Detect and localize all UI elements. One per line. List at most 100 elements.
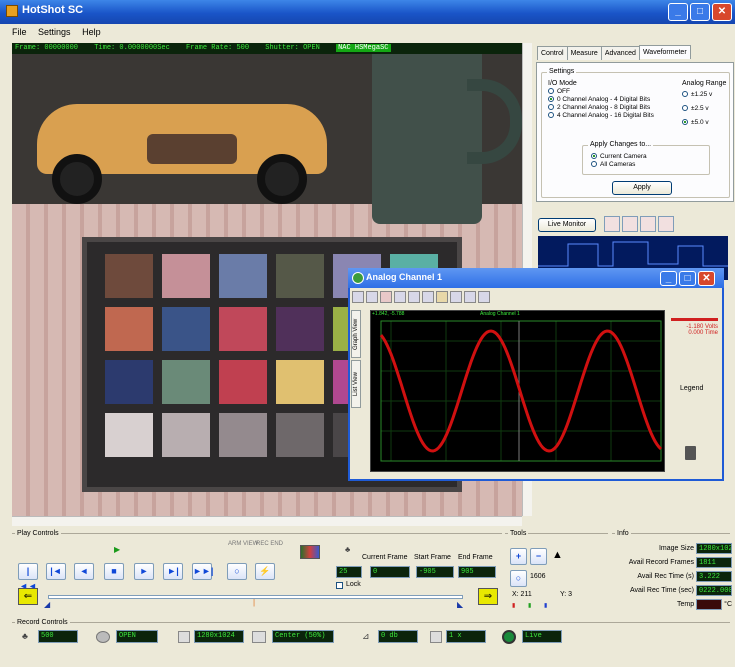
waveform-tool-icon[interactable] <box>658 216 674 232</box>
skip-to-end-button[interactable]: ►►| <box>192 563 213 580</box>
tab-list-view[interactable]: List View <box>351 360 361 408</box>
trash-icon[interactable] <box>685 446 696 460</box>
zoom-fit-icon[interactable] <box>422 291 434 303</box>
maximize-icon[interactable]: □ <box>690 3 710 21</box>
end-frame-field[interactable]: 905 <box>458 566 496 578</box>
zoom-in-tool-icon[interactable]: + <box>510 548 527 565</box>
color-patch <box>219 413 267 457</box>
tab-graph-view[interactable]: Graph View <box>351 310 361 358</box>
menu-help[interactable]: Help <box>82 27 101 37</box>
apply-all-cameras[interactable]: All Cameras <box>591 160 709 168</box>
zoom-out-icon[interactable] <box>408 291 420 303</box>
resolution-select[interactable]: 1280x1024 <box>194 630 244 643</box>
play-button[interactable]: ► <box>134 563 154 580</box>
settings-icon[interactable] <box>436 291 448 303</box>
apply-button[interactable]: Apply <box>612 181 672 195</box>
waveform-tool-icon[interactable] <box>604 216 620 232</box>
trigger-button[interactable]: ⚡ <box>255 563 275 580</box>
io-mode-off[interactable]: OFF <box>548 87 654 95</box>
range-125[interactable]: ±1.25 v <box>682 90 726 98</box>
measure-tool-icon[interactable]: ▲ <box>552 549 563 561</box>
radio-icon <box>682 105 688 111</box>
radio-icon <box>548 88 554 94</box>
play-controls-divider <box>12 533 502 534</box>
shutter-icon <box>96 631 110 643</box>
frame-rate-select[interactable]: 500 <box>38 630 78 643</box>
io-mode-2ch[interactable]: 2 Channel Analog - 8 Digital Bits <box>548 103 654 111</box>
lock-label: Lock <box>346 581 361 588</box>
color-mode-icon[interactable] <box>300 545 320 559</box>
analog-range-group: Analog Range ±1.25 v ±2.5 v ±5.0 v <box>682 80 726 126</box>
play-reverse-button[interactable]: ◄ <box>74 563 94 580</box>
tools-label: Tools <box>508 530 529 537</box>
frame-step-spinner[interactable]: 25 <box>336 566 362 578</box>
analog-waveform-line <box>379 329 663 453</box>
color-patch <box>162 413 210 457</box>
graph-corner-readout: +1.842, -5.788 <box>372 311 405 317</box>
export-icon[interactable] <box>380 291 392 303</box>
analog-range-label: Analog Range <box>682 80 727 87</box>
analog-minimize-icon[interactable]: _ <box>660 271 677 286</box>
gain-multiplier-select[interactable]: 1 x <box>446 630 486 643</box>
print-icon[interactable] <box>366 291 378 303</box>
menu-settings[interactable]: Settings <box>38 27 71 37</box>
tab-control[interactable]: Control <box>537 46 568 60</box>
step-back-button[interactable]: |◄ <box>46 563 66 580</box>
tab-waveformeter[interactable]: Waveformeter <box>638 45 691 59</box>
trigger-select[interactable]: Center (50%) <box>272 630 334 643</box>
cursor-icon[interactable] <box>450 291 462 303</box>
zoom-tool-icon[interactable]: ○ <box>510 570 527 587</box>
color-patch <box>276 307 324 351</box>
zoom-out-tool-icon[interactable]: − <box>530 548 547 565</box>
apply-changes-group: Apply Changes to... Current Camera All C… <box>582 141 710 175</box>
measure-icon[interactable] <box>478 291 490 303</box>
waveform-tool-icon[interactable] <box>622 216 638 232</box>
save-icon[interactable] <box>352 291 364 303</box>
stop-button[interactable]: ■ <box>104 563 124 580</box>
skip-to-start-button[interactable]: |◄◄ <box>18 563 38 591</box>
menu-file[interactable]: File <box>12 27 27 37</box>
green-channel-icon: ▮ <box>528 603 532 609</box>
color-patch <box>162 307 210 351</box>
current-frame-field[interactable]: 0 <box>370 566 410 578</box>
arm-view-button[interactable]: ○ <box>227 563 247 580</box>
settings-group: Settings I/O Mode OFF 0 Channel Analog -… <box>541 68 730 198</box>
info-row: Avail Record Frames 1811 <box>610 555 732 569</box>
car-wheel-front <box>52 154 102 204</box>
tab-advanced[interactable]: Advanced <box>600 46 640 60</box>
gain-multiplier-icon <box>430 631 442 643</box>
lock-checkbox[interactable] <box>336 582 343 589</box>
mark-start-button[interactable]: ⇐ <box>18 588 38 605</box>
step-forward-button[interactable]: ►| <box>163 563 183 580</box>
analog-toolbar <box>352 291 490 307</box>
waveform-tool-icon[interactable] <box>640 216 656 232</box>
start-frame-field[interactable]: -905 <box>416 566 454 578</box>
record-controls-divider <box>12 622 730 623</box>
video-horizontal-scrollbar[interactable] <box>12 516 522 526</box>
resolution-icon <box>178 631 190 643</box>
close-icon[interactable]: ✕ <box>712 3 732 21</box>
slider-end-marker: ◣ <box>457 600 464 609</box>
shutter-select[interactable]: OPEN <box>116 630 158 643</box>
mark-end-button[interactable]: ⇒ <box>478 588 498 605</box>
frame-slider-track[interactable] <box>48 595 463 599</box>
range-25[interactable]: ±2.5 v <box>682 104 726 112</box>
analog-close-icon[interactable]: ✕ <box>698 271 715 286</box>
range-50[interactable]: ±5.0 v <box>682 118 726 126</box>
analog-graph <box>370 310 665 472</box>
color-patch <box>276 254 324 298</box>
color-patch <box>219 254 267 298</box>
io-mode-4ch[interactable]: 4 Channel Analog - 16 Digital Bits <box>548 111 654 119</box>
tab-measure[interactable]: Measure <box>566 46 602 60</box>
camera-mode-select[interactable]: Live <box>522 630 562 643</box>
io-mode-0ch[interactable]: 0 Channel Analog - 4 Digital Bits <box>548 95 654 103</box>
apply-current-camera[interactable]: Current Camera <box>591 152 709 160</box>
zoom-in-icon[interactable] <box>394 291 406 303</box>
gain-select[interactable]: 0 db <box>378 630 418 643</box>
chart-icon[interactable] <box>464 291 476 303</box>
live-monitor-button[interactable]: Live Monitor <box>538 218 596 232</box>
analog-maximize-icon[interactable]: □ <box>679 271 696 286</box>
minimize-icon[interactable]: _ <box>668 3 688 21</box>
settings-label: Settings <box>547 68 577 75</box>
slider-position-marker[interactable]: | <box>253 598 255 607</box>
